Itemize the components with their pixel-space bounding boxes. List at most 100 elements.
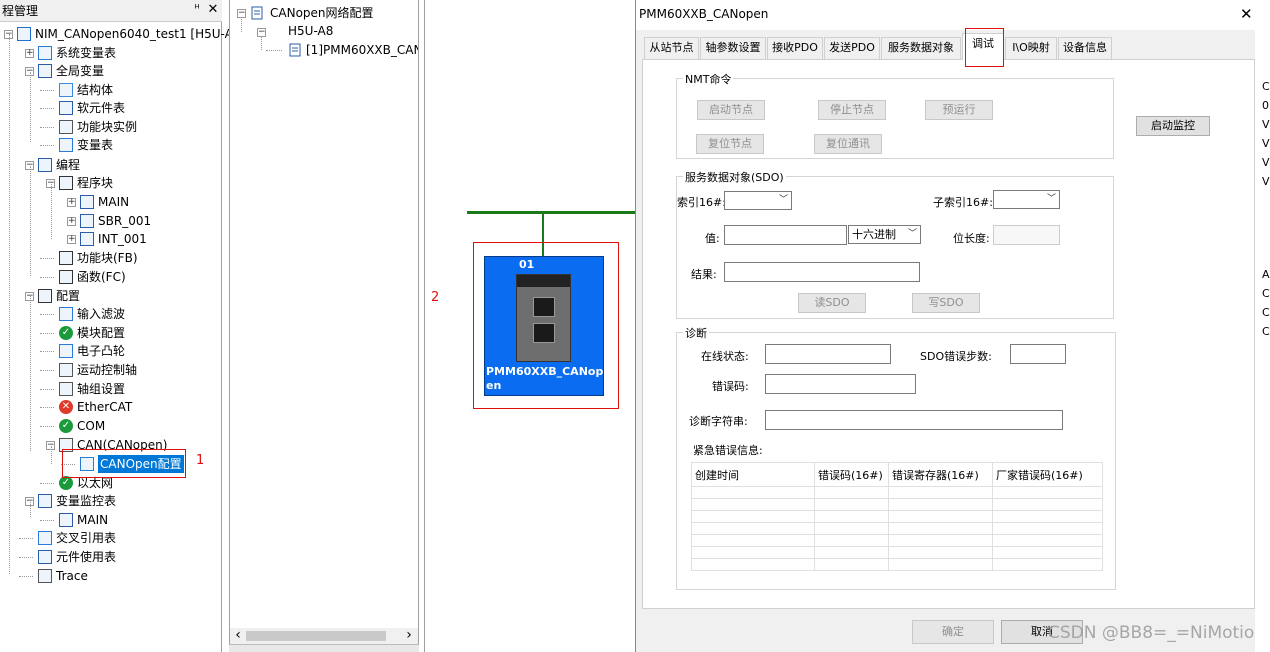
tree-item[interactable]: 变量监控表 (56, 492, 116, 510)
start-node-button[interactable]: 启动节点 (697, 100, 765, 120)
tree-item[interactable]: 配置 (56, 287, 80, 305)
column-header: 厂家错误码(16#) (992, 462, 1103, 487)
tree-item[interactable]: Trace (56, 567, 88, 585)
collapse-icon[interactable]: − (237, 9, 246, 18)
tree-line (266, 50, 282, 51)
value-input[interactable] (724, 225, 847, 245)
tree-item[interactable]: 编程 (56, 156, 80, 174)
tree-item[interactable]: 程序块 (77, 174, 113, 192)
cube-icon (59, 120, 73, 134)
tree-item[interactable]: 全局变量 (56, 62, 104, 80)
tree-item[interactable]: 轴组设置 (77, 380, 125, 398)
tree-item[interactable]: 输入滤波 (77, 305, 125, 323)
value-label: 值: (705, 232, 720, 245)
tree-line (40, 90, 54, 91)
tab-io-mapping[interactable]: I\O映射 (1005, 37, 1057, 59)
scroll-right-icon[interactable]: › (403, 628, 415, 644)
tree-item[interactable]: 结构体 (77, 81, 113, 99)
tree-line (51, 184, 52, 239)
tab-slave-node[interactable]: 从站节点 (644, 37, 699, 59)
close-icon[interactable]: ✕ (206, 2, 220, 18)
document-icon (38, 64, 52, 78)
dialog-titlebar: PMM60XXB_CANopen ✕ (636, 0, 1270, 30)
tree-item[interactable]: 软元件表 (77, 99, 125, 117)
tree-item[interactable]: MAIN (98, 193, 129, 211)
tree-item-pmm60xxb[interactable]: [1]PMM60XXB_CANc (306, 41, 418, 59)
tree-line (40, 127, 54, 128)
document-icon (251, 6, 263, 20)
tree-item[interactable]: INT_001 (98, 230, 147, 248)
blocks-icon (59, 176, 73, 190)
write-sdo-button[interactable]: 写SDO (912, 293, 980, 313)
tab-tx-pdo[interactable]: 发送PDO (824, 37, 880, 59)
tree-line (40, 258, 54, 259)
sdo-group-title: 服务数据对象(SDO) (683, 169, 786, 185)
tab-sdo[interactable]: 服务数据对象 (881, 37, 961, 59)
expand-icon[interactable]: + (25, 49, 34, 58)
tree-item[interactable]: 运动控制轴 (77, 361, 137, 379)
collapse-icon[interactable]: − (257, 28, 266, 37)
tab-device-info[interactable]: 设备信息 (1058, 37, 1112, 59)
tree-item[interactable]: COM (77, 417, 105, 435)
device-block[interactable]: 01 PMM60XXB_CANopen (484, 256, 604, 396)
horizontal-scrollbar[interactable]: ‹ › (230, 628, 418, 644)
expand-icon[interactable]: + (67, 198, 76, 207)
tree-item[interactable]: 函数(FC) (77, 268, 126, 286)
tree-line (30, 296, 31, 451)
expand-icon[interactable]: + (67, 217, 76, 226)
subindex-select[interactable]: ﹀ (993, 190, 1060, 209)
result-field (724, 262, 920, 282)
format-select[interactable]: 十六进制 ﹀ (848, 225, 921, 244)
program-icon (80, 214, 94, 228)
column-header: 创建时间 (691, 462, 815, 487)
ok-button[interactable]: 确定 (912, 620, 994, 644)
cam-icon (59, 344, 73, 358)
config-icon (38, 289, 52, 303)
tree-line (40, 277, 54, 278)
tree-item[interactable]: SBR_001 (98, 212, 151, 230)
clipped-text: V (1262, 137, 1270, 150)
tab-rx-pdo[interactable]: 接收PDO (767, 37, 823, 59)
tab-axis-params[interactable]: 轴参数设置 (700, 37, 766, 59)
tree-item[interactable]: EtherCAT (77, 398, 132, 416)
scroll-thumb[interactable] (246, 631, 386, 641)
pin-icon[interactable]: ᵸ (190, 2, 204, 18)
panel-title: 程管理 (0, 0, 222, 22)
reset-comm-button[interactable]: 复位通讯 (814, 134, 882, 154)
annotation-box-1 (62, 449, 186, 478)
tree-item[interactable]: 系统变量表 (56, 44, 116, 62)
tree-item[interactable]: 模块配置 (77, 324, 125, 342)
tab-page: NMT命令 启动节点 停止节点 预运行 复位节点 复位通讯 启动监控 服务数据对… (642, 59, 1255, 609)
tree-item-h5u[interactable]: H5U-A8 (288, 22, 333, 40)
start-monitor-button[interactable]: 启动监控 (1136, 116, 1210, 136)
close-icon[interactable]: ✕ (1240, 5, 1253, 23)
expand-icon[interactable]: + (67, 235, 76, 244)
tree-item[interactable]: 功能块实例 (77, 118, 137, 136)
diag-group-title: 诊断 (683, 325, 709, 341)
pre-operational-button[interactable]: 预运行 (925, 100, 993, 120)
index-label: 索引16#: (677, 196, 726, 209)
device-icon (289, 43, 301, 57)
cross-icon (38, 531, 52, 545)
tree-item[interactable]: 交叉引用表 (56, 529, 116, 547)
reset-node-button[interactable]: 复位节点 (696, 134, 764, 154)
tree-item[interactable]: NIM_CANopen6040_test1 [H5U-A8] (35, 25, 245, 43)
annotation-number-2: 2 (431, 290, 440, 305)
bit-length-input[interactable] (993, 225, 1060, 245)
tree-item[interactable]: 元件使用表 (56, 548, 116, 566)
tree-item[interactable]: 功能块(FB) (77, 249, 138, 267)
read-sdo-button[interactable]: 读SDO (798, 293, 866, 313)
tree-item-canopen-network[interactable]: CANopen网络配置 (270, 4, 374, 22)
globe-icon (38, 46, 52, 60)
index-select[interactable]: ﹀ (724, 191, 792, 210)
tree-line (19, 538, 33, 539)
stop-node-button[interactable]: 停止节点 (818, 100, 886, 120)
tree-item[interactable]: MAIN (77, 511, 108, 529)
tree-item[interactable]: 电子凸轮 (77, 342, 125, 360)
column-header: 错误寄存器(16#) (888, 462, 993, 487)
table-icon (59, 513, 73, 527)
tree-item[interactable]: 变量表 (77, 136, 113, 154)
scroll-left-icon[interactable]: ‹ (232, 628, 244, 644)
column-header: 错误码(16#) (814, 462, 889, 487)
clipped-right-panel: C 0 V V V V A C C C (1255, 0, 1270, 652)
